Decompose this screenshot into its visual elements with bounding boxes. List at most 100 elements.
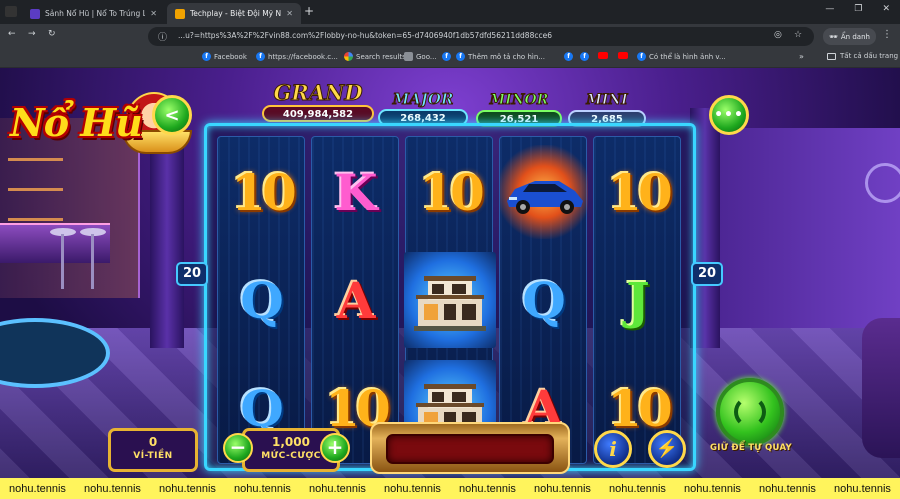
bookmark-label: Goo... — [416, 52, 437, 61]
incognito-indicator[interactable]: 🕶 Ẩn danh — [823, 28, 876, 45]
all-bookmarks-label: Tất cả dấu trang — [840, 52, 899, 60]
browser-tab-bar: Sảnh Nổ Hũ | Nổ To Trúng Lớ ✕ Techplay -… — [0, 0, 900, 24]
bookmark-item[interactable]: Goo... — [404, 52, 437, 61]
facebook-icon: f — [637, 52, 646, 61]
symbol-10: 10 — [419, 162, 485, 222]
turbo-button[interactable]: ⚡ — [648, 430, 686, 468]
symbol-q: Q — [240, 270, 284, 330]
google-lens-icon[interactable]: ◎ — [774, 30, 782, 40]
bookmark-label: Facebook — [214, 52, 247, 61]
facebook-icon: f — [580, 52, 589, 61]
bar-stool-leg — [91, 234, 94, 289]
tab-search-button[interactable] — [5, 6, 17, 17]
bookmark-item[interactable]: f Có thể là hình ảnh v... — [637, 52, 726, 61]
reel-column: 10 — [404, 136, 496, 464]
sports-car-symbol-icon — [507, 181, 583, 214]
bookmark-label: Có thể là hình ảnh v... — [649, 52, 726, 61]
paylines-count-right: 20 — [691, 262, 723, 286]
watermark-text: nohu.tennis — [84, 482, 141, 495]
tab-title: Techplay - Biệt Đội Mỹ Nữ — [190, 9, 282, 18]
facebook-icon: f — [202, 52, 211, 61]
jackpot-grand: GRAND 409,984,582 — [262, 80, 374, 128]
auto-spin-button[interactable] — [716, 378, 784, 446]
all-bookmarks-button[interactable]: Tất cả dấu trang — [827, 52, 898, 60]
more-bookmarks-icon[interactable]: » — [799, 52, 804, 61]
back-button[interactable]: < — [152, 95, 192, 135]
bar-stool-leg — [61, 234, 64, 289]
reel-grid: 10 Q Q K A 10 10 Q A 10 J 10 — [204, 123, 696, 471]
decrease-bet-button[interactable]: − — [223, 433, 253, 463]
reel-cell: K — [312, 145, 400, 239]
bookmark-item[interactable]: f Thêm mô tả cho hìn... — [456, 52, 545, 61]
watermark-strip: nohu.tennis nohu.tennis nohu.tennis nohu.te… — [0, 478, 900, 499]
increase-bet-button[interactable]: + — [320, 433, 350, 463]
forward-arrow-icon[interactable]: → — [28, 29, 36, 39]
reel-column: QA — [499, 136, 588, 464]
reel-cell — [500, 145, 588, 239]
site-info-icon[interactable]: ⓘ — [158, 30, 167, 43]
bookmark-item[interactable]: Search results — [344, 52, 406, 61]
reel-cell — [404, 252, 496, 348]
bookmark-item[interactable]: f Facebook — [202, 52, 247, 61]
watermark-text: nohu.tennis — [9, 482, 66, 495]
watermark-text: nohu.tennis — [234, 482, 291, 495]
browser-toolbar: ← → ↻ ⓘ ...u?=https%3A%2F%2Fvin88.com%2F… — [0, 24, 900, 49]
paylines-count-left: 20 — [176, 262, 208, 286]
symbol-10: 10 — [607, 162, 673, 222]
browser-tab[interactable]: Sảnh Nổ Hũ | Nổ To Trúng Lớ ✕ — [22, 3, 165, 24]
watermark-text: nohu.tennis — [159, 482, 216, 495]
site-favicon-icon — [175, 8, 185, 19]
minimize-icon[interactable]: — — [825, 4, 834, 14]
close-tab-icon[interactable]: ✕ — [150, 9, 157, 18]
wallet-label: VÍ-TIỀN — [133, 451, 173, 461]
address-bar[interactable]: ⓘ ...u?=https%3A%2F%2Fvin88.com%2Flobby-… — [148, 27, 814, 46]
reel-cell: 10 — [594, 145, 682, 239]
restore-icon[interactable]: ❐ — [854, 4, 862, 14]
refresh-arrows-icon — [734, 396, 766, 428]
bookmark-label: Search results — [356, 52, 406, 61]
reel-cell: J — [594, 253, 682, 347]
bookmark-item[interactable]: f https://facebook.c... — [256, 52, 338, 61]
back-arrow-icon[interactable]: ← — [8, 29, 16, 39]
lounge-background — [710, 128, 900, 328]
menu-button[interactable]: ••• — [709, 95, 749, 135]
reel-column: 10 J 10 — [593, 136, 681, 464]
jackpot-title: MINI — [586, 92, 628, 109]
new-tab-button[interactable]: + — [304, 4, 314, 18]
reel-column: 10 Q Q — [217, 136, 305, 464]
reel-cell: Q — [218, 253, 306, 347]
bookmark-item[interactable]: f — [442, 52, 451, 61]
watermark-text: nohu.tennis — [834, 482, 891, 495]
close-window-icon[interactable]: ✕ — [882, 4, 890, 14]
bookmark-item[interactable]: f — [564, 52, 573, 61]
site-favicon-icon — [30, 8, 40, 19]
spin-panel[interactable] — [370, 422, 570, 474]
armchair — [862, 318, 900, 458]
watermark-text: nohu.tennis — [459, 482, 516, 495]
bar-shelf — [8, 218, 63, 221]
facebook-icon: f — [456, 52, 465, 61]
symbol-a: A — [336, 270, 376, 330]
jackpot-title: GRAND — [273, 80, 363, 105]
symbol-j: J — [626, 270, 650, 330]
close-tab-icon[interactable]: ✕ — [286, 9, 293, 18]
mansion-symbol-icon — [414, 276, 486, 331]
facebook-icon: f — [442, 52, 451, 61]
reload-icon[interactable]: ↻ — [48, 29, 56, 39]
watermark-text: nohu.tennis — [684, 482, 741, 495]
bookmark-item[interactable] — [618, 52, 628, 59]
info-button[interactable]: i — [594, 430, 632, 468]
browser-tab-active[interactable]: Techplay - Biệt Đội Mỹ Nữ ✕ — [167, 3, 301, 24]
browser-menu-icon[interactable]: ⋮ — [882, 29, 892, 40]
bookmark-star-icon[interactable]: ☆ — [794, 30, 802, 40]
bookmark-label: Thêm mô tả cho hìn... — [468, 52, 545, 61]
ship-wheel-decor-icon — [865, 163, 900, 203]
bookmark-label: https://facebook.c... — [268, 52, 338, 61]
jackpot-value: 409,984,582 — [262, 105, 374, 122]
slot-game-scene: Nổ Hũ < ••• GRAND 409,984,582 MAJOR 268,… — [0, 68, 900, 478]
watermark-text: nohu.tennis — [759, 482, 816, 495]
reel-cell: 10 — [406, 145, 494, 239]
bookmark-item[interactable] — [598, 52, 608, 59]
google-icon — [344, 52, 353, 61]
bookmark-item[interactable]: f — [580, 52, 589, 61]
